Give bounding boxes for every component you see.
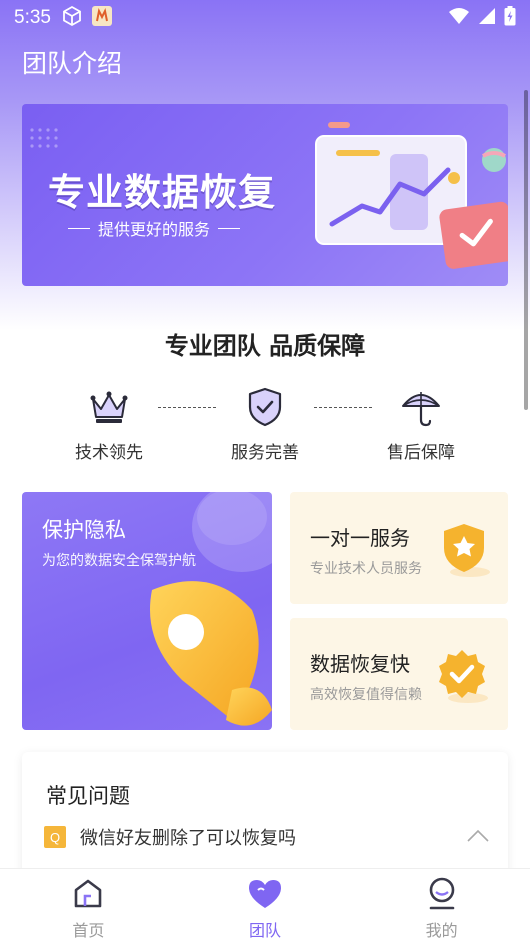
nav-item-team[interactable]: 团队 [177, 869, 354, 942]
dash-right [218, 227, 241, 229]
bottom-nav: 首页 团队 我的 [0, 868, 530, 942]
feature-label: 售后保障 [387, 443, 455, 463]
status-bar: 5:35 [0, 0, 530, 36]
rocket-icon [150, 581, 272, 726]
nav-label: 团队 [249, 921, 282, 940]
divider [314, 407, 372, 408]
banner-dots-decoration [30, 128, 58, 148]
feature-item: 服务完善 [210, 384, 320, 463]
dash-left [68, 227, 90, 229]
wifi-icon [448, 7, 470, 29]
crown-icon [54, 384, 164, 430]
one-on-one-service-card[interactable]: 一对一服务 专业技术人员服务 [290, 492, 508, 604]
feature-item: 技术领先 [54, 384, 164, 463]
question-badge: Q [44, 826, 66, 848]
banner: 专业数据恢复 提供更好的服务 [22, 104, 508, 286]
divider [158, 407, 216, 408]
scrollbar[interactable] [524, 90, 528, 410]
check-badge-icon [439, 650, 488, 703]
card-subtitle: 高效恢复值得信赖 [310, 687, 422, 703]
banner-title: 专业数据恢复 [48, 170, 276, 214]
banner-subtitle: 提供更好的服务 [98, 220, 211, 239]
chevron-up-icon[interactable] [466, 828, 490, 847]
star-shield-icon [444, 524, 490, 577]
home-icon [72, 877, 104, 911]
app-notification-icon [91, 5, 113, 31]
profile-icon [426, 877, 458, 911]
cube-icon [61, 5, 83, 31]
faq-title: 常见问题 [46, 784, 130, 808]
cellular-signal-icon [478, 7, 496, 29]
faq-question: 微信好友删除了可以恢复吗 [80, 828, 296, 849]
nav-label: 我的 [425, 921, 458, 940]
faq-card: 常见问题 Q 微信好友删除了可以恢复吗 [22, 752, 508, 882]
chart-illustration-icon [315, 122, 508, 269]
banner-subtitle-row: 提供更好的服务 [68, 216, 241, 240]
feature-label: 服务完善 [231, 443, 299, 463]
nav-item-me[interactable]: 我的 [353, 869, 530, 942]
feature-label: 技术领先 [75, 443, 143, 463]
privacy-subtitle: 为您的数据安全保驾护航 [42, 553, 196, 569]
nav-label: 首页 [72, 921, 105, 940]
feature-item: 售后保障 [366, 384, 476, 463]
umbrella-icon [366, 384, 476, 430]
card-title: 一对一服务 [310, 526, 410, 550]
fast-recovery-card[interactable]: 数据恢复快 高效恢复值得信赖 [290, 618, 508, 730]
card-subtitle: 专业技术人员服务 [310, 561, 422, 577]
card-title: 数据恢复快 [310, 652, 410, 676]
battery-icon [504, 6, 516, 30]
nav-item-home[interactable]: 首页 [0, 869, 177, 942]
heart-icon [247, 877, 283, 911]
privacy-title: 保护隐私 [42, 518, 126, 542]
page-title: 团队介绍 [22, 50, 123, 78]
features-row: 技术领先 服务完善 售后保障 [0, 384, 530, 474]
status-time: 5:35 [14, 7, 51, 28]
section-title: 专业团队 品质保障 [164, 332, 366, 360]
shield-check-icon [210, 384, 320, 430]
faq-item[interactable]: Q 微信好友删除了可以恢复吗 [44, 824, 490, 850]
privacy-card[interactable]: 保护隐私 为您的数据安全保驾护航 [22, 492, 272, 730]
